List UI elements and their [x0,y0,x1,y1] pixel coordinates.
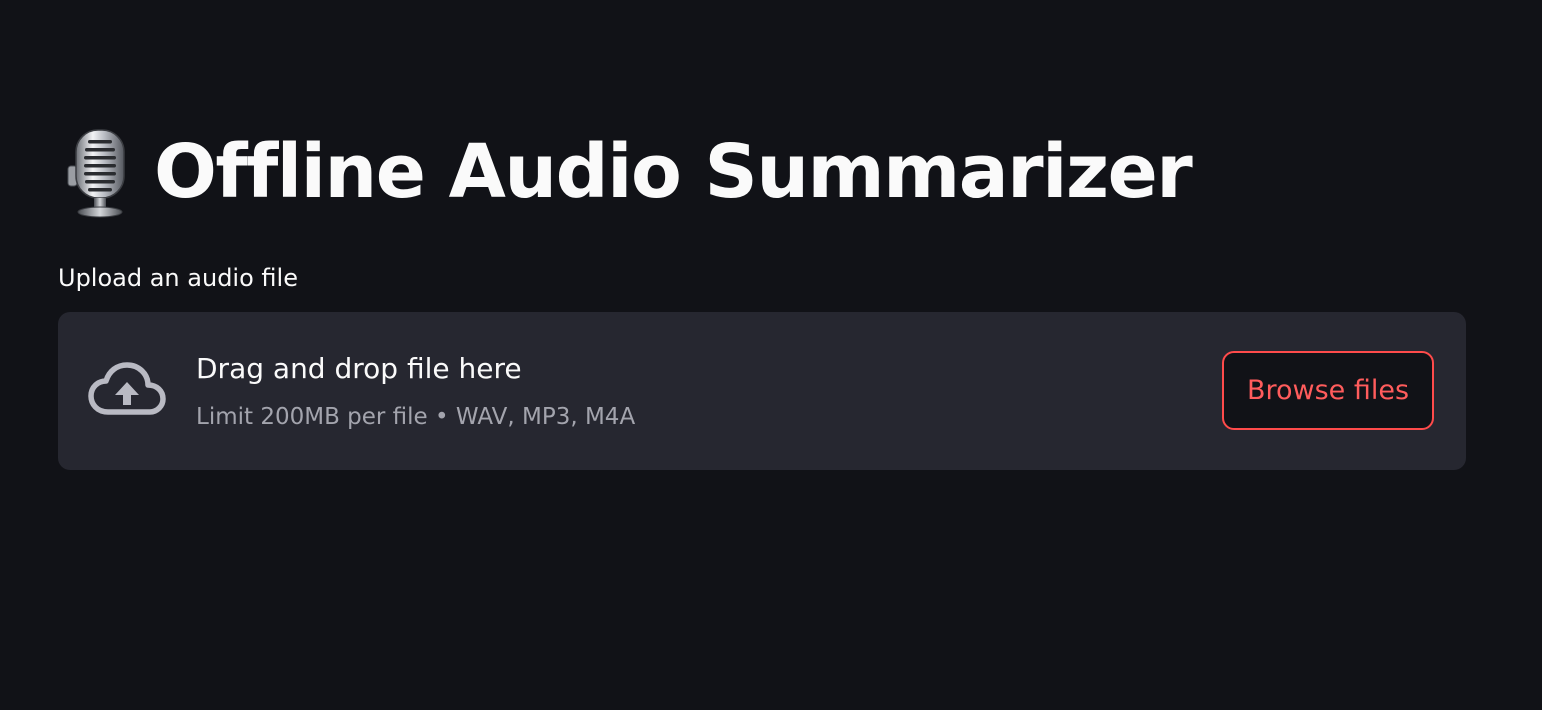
title-row: Offline Audio Summarizer [60,122,1193,222]
app-page: Offline Audio Summarizer Upload an audio… [0,0,1542,710]
dropzone-title: Drag and drop file here [196,352,522,385]
cloud-upload-icon [88,362,166,415]
browse-files-button[interactable]: Browse files [1222,351,1434,430]
page-title: Offline Audio Summarizer [154,129,1193,215]
file-dropzone[interactable]: Drag and drop file here Limit 200MB per … [58,312,1466,470]
upload-label: Upload an audio file [58,264,298,292]
studio-microphone-icon [67,129,125,218]
dropzone-instructions: Drag and drop file here Limit 200MB per … [196,350,635,432]
dropzone-limits: Limit 200MB per file • WAV, MP3, M4A [196,404,636,430]
